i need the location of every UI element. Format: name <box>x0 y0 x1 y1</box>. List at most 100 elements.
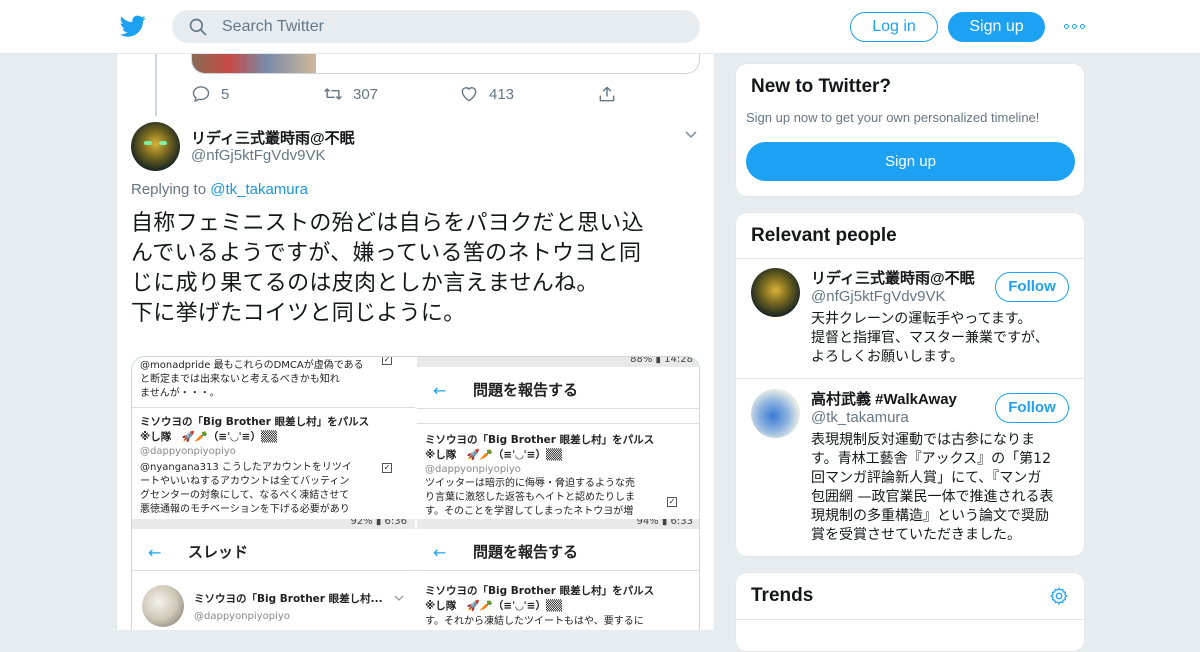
person-bio: 表現規制反対運動では古参になりま す。青林工藝舎『アックス』の「第12 回マンガ… <box>811 431 1076 545</box>
media-text: ませんが・・・。 <box>140 388 220 399</box>
bio-line: 天井クレーンの運転手やってます。 <box>811 311 1032 327</box>
person-avatar[interactable] <box>751 268 800 317</box>
checkbox-icon: ✓ <box>382 357 392 365</box>
tweet-text-line: 下に挙げたコイツと同じように。 <box>131 301 466 326</box>
person-handle[interactable]: @nfGj5ktFgVdv9VK <box>811 288 945 305</box>
media-author: ミソウヨの「Big Brother 眼差し村」をパルス <box>425 434 655 446</box>
app-title: 問題を報告する <box>473 381 579 399</box>
bio-line: 賞を受賞させていただきました。 <box>811 527 1021 543</box>
new-to-twitter-card: New to Twitter? Sign up now to get your … <box>735 63 1085 197</box>
tweet-text-line: じに成り果てるのは皮肉としか言えませんね。 <box>131 271 599 296</box>
replying-prefix: Replying to <box>131 181 207 198</box>
back-arrow-icon: ← <box>433 381 447 400</box>
sidebar-signup-button[interactable]: Sign up <box>746 142 1075 181</box>
status-bar: 88% ▮ 14:28 <box>417 357 699 367</box>
gear-icon[interactable] <box>1049 586 1069 606</box>
bio-line: 提督と指揮官、マスター兼業ですが、 <box>811 330 1049 346</box>
back-arrow-icon: ← <box>433 543 447 562</box>
main-column: 5 307 413 リディ三式叢時雨@不眠 @nfGj5ktFgVdv9VK R… <box>116 54 715 630</box>
retweet-icon <box>324 88 342 100</box>
tweet-media-grid[interactable]: @monadpride 最もこれらのDMCAが虚偽である と断定までは出来ないと… <box>131 356 700 630</box>
previous-tweet-photo[interactable] <box>192 54 316 73</box>
media-author-2: ※し隊 🚀🥕（≡ˈ◡ˈ≡）▒▒ <box>425 449 563 461</box>
media-author-2: ※し隊 🚀🥕（≡ˈ◡ˈ≡）▒▒ <box>425 600 563 612</box>
media-avatar <box>142 585 184 627</box>
reply-icon <box>192 86 210 103</box>
person-name[interactable]: リディ三式叢時雨@不眠 <box>811 267 975 288</box>
media-text: ツイッターは暗示的に侮辱・脅迫するような売 <box>425 478 635 489</box>
bio-line: 表現規制反対運動では古参になりま <box>811 432 1035 448</box>
thread-connector-line <box>155 54 157 116</box>
status-bar: 94% ▮ 6:33 <box>417 519 699 529</box>
share-action[interactable] <box>597 82 627 106</box>
checkbox-icon: ✓ <box>382 463 392 473</box>
replying-to: Replying to @tk_takamura <box>131 181 308 198</box>
bio-line: 現規制の多重構造』という論文で奨励 <box>811 508 1049 524</box>
media-text: ートやいいねするアカウントは全てバッティン <box>140 476 350 487</box>
follow-button[interactable]: Follow <box>995 272 1069 302</box>
top-bar: Log in Sign up <box>0 0 1200 54</box>
search-icon <box>189 18 207 36</box>
tweet-text: 自称フェミニストの殆どは自らをパヨクだと思い込 んでいるようですが、嫌っている筈… <box>131 209 701 329</box>
new-to-twitter-text: Sign up now to get your own personalized… <box>746 110 1040 125</box>
more-options-icon[interactable] <box>1064 24 1086 30</box>
app-title: スレッド <box>188 543 249 561</box>
previous-tweet-media[interactable] <box>191 54 700 74</box>
media-author-2: ※し隊 🚀🥕（≡ˈ◡ˈ≡）▒▒ <box>140 431 278 443</box>
back-arrow-icon: ← <box>148 543 162 562</box>
media-handle: @dappyonpiyopiyo <box>194 611 290 622</box>
tweet-text-line: 自称フェミニストの殆どは自らをパヨクだと思い込 <box>131 211 644 236</box>
media-author: ミソウヨの「Big Brother 眼差し村」をパルス <box>425 585 655 597</box>
media-text: 悪徳通報のモチベーションを下げる必要があり <box>140 504 350 515</box>
media-handle: @dappyonpiyopiyo <box>140 446 236 457</box>
media-text: す。それから凍結したツイートもはや、要するに <box>425 616 644 627</box>
heart-icon <box>461 87 477 102</box>
media-image-top-right[interactable]: 88% ▮ 14:28 ← 問題を報告する ミソウヨの「Big Brother … <box>417 357 699 517</box>
media-text: @monadpride 最もこれらのDMCAが虚偽である <box>140 360 364 371</box>
search-input[interactable] <box>222 10 682 43</box>
app-bar: ← 問題を報告する <box>417 369 699 409</box>
bio-line: 包囲網 —政官業民一体で推進される表 <box>811 489 1054 505</box>
like-action[interactable]: 413 <box>459 82 514 106</box>
media-text: り言葉に激怒した返答もヘイトと認めたりしま <box>425 492 635 503</box>
media-handle: @dappyonpiyopiyo <box>425 464 521 475</box>
chevron-down-icon <box>394 595 404 601</box>
follow-button[interactable]: Follow <box>995 393 1069 423</box>
media-text: グセンターの対象にして、なるべく凍結させて <box>140 490 350 501</box>
relevant-people-title: Relevant people <box>751 225 897 246</box>
new-to-twitter-title: New to Twitter? <box>751 76 892 97</box>
person-avatar[interactable] <box>751 389 800 438</box>
login-button[interactable]: Log in <box>850 12 938 42</box>
retweet-action[interactable]: 307 <box>323 82 378 106</box>
twitter-bird-icon[interactable] <box>120 13 146 39</box>
bio-line: よろしくお願いします。 <box>811 349 964 365</box>
media-text: @nyangana313 こうしたアカウントをリツイ <box>140 462 352 473</box>
share-icon <box>599 86 615 102</box>
person-name[interactable]: 高村武義 #WalkAway <box>811 388 957 409</box>
relevant-people-card: Relevant people リディ三式叢時雨@不眠 @nfGj5ktFgVd… <box>735 212 1085 557</box>
author-handle[interactable]: @nfGj5ktFgVdv9VK <box>191 147 325 164</box>
reply-count: 5 <box>221 85 230 103</box>
tweet-header: リディ三式叢時雨@不眠 @nfGj5ktFgVdv9VK <box>131 122 701 178</box>
signup-button[interactable]: Sign up <box>948 12 1045 42</box>
media-author: ミソウヨの「Big Brother 眼差し村... <box>194 593 383 605</box>
retweet-count: 307 <box>353 85 379 103</box>
app-bar: ← 問題を報告する <box>417 531 699 571</box>
app-title: 問題を報告する <box>473 543 579 561</box>
chevron-down-icon[interactable] <box>683 126 699 142</box>
media-image-bottom-right[interactable]: 94% ▮ 6:33 ← 問題を報告する ミソウヨの「Big Brother 眼… <box>417 519 699 630</box>
like-count: 413 <box>489 85 515 103</box>
trends-title: Trends <box>751 585 814 606</box>
media-text: す。そのことを学習してしまったネトウヨが増 <box>425 506 634 517</box>
media-text: と断定までは出来ないと考えるべきかも知れ <box>140 374 340 385</box>
media-image-top-left[interactable]: @monadpride 最もこれらのDMCAが虚偽である と断定までは出来ないと… <box>132 357 415 517</box>
search-box[interactable] <box>172 10 700 43</box>
author-display-name[interactable]: リディ三式叢時雨@不眠 <box>191 127 355 148</box>
person-handle[interactable]: @tk_takamura <box>811 409 909 426</box>
replying-to-link[interactable]: @tk_takamura <box>210 181 308 198</box>
author-avatar[interactable] <box>131 122 180 171</box>
app-bar: ← スレッド <box>132 531 415 571</box>
trends-card: Trends <box>735 572 1085 652</box>
media-image-bottom-left[interactable]: 92% ▮ 6:36 ← スレッド ミソウヨの「Big Brother 眼差し村… <box>132 519 415 630</box>
reply-action[interactable]: 5 <box>191 82 229 106</box>
